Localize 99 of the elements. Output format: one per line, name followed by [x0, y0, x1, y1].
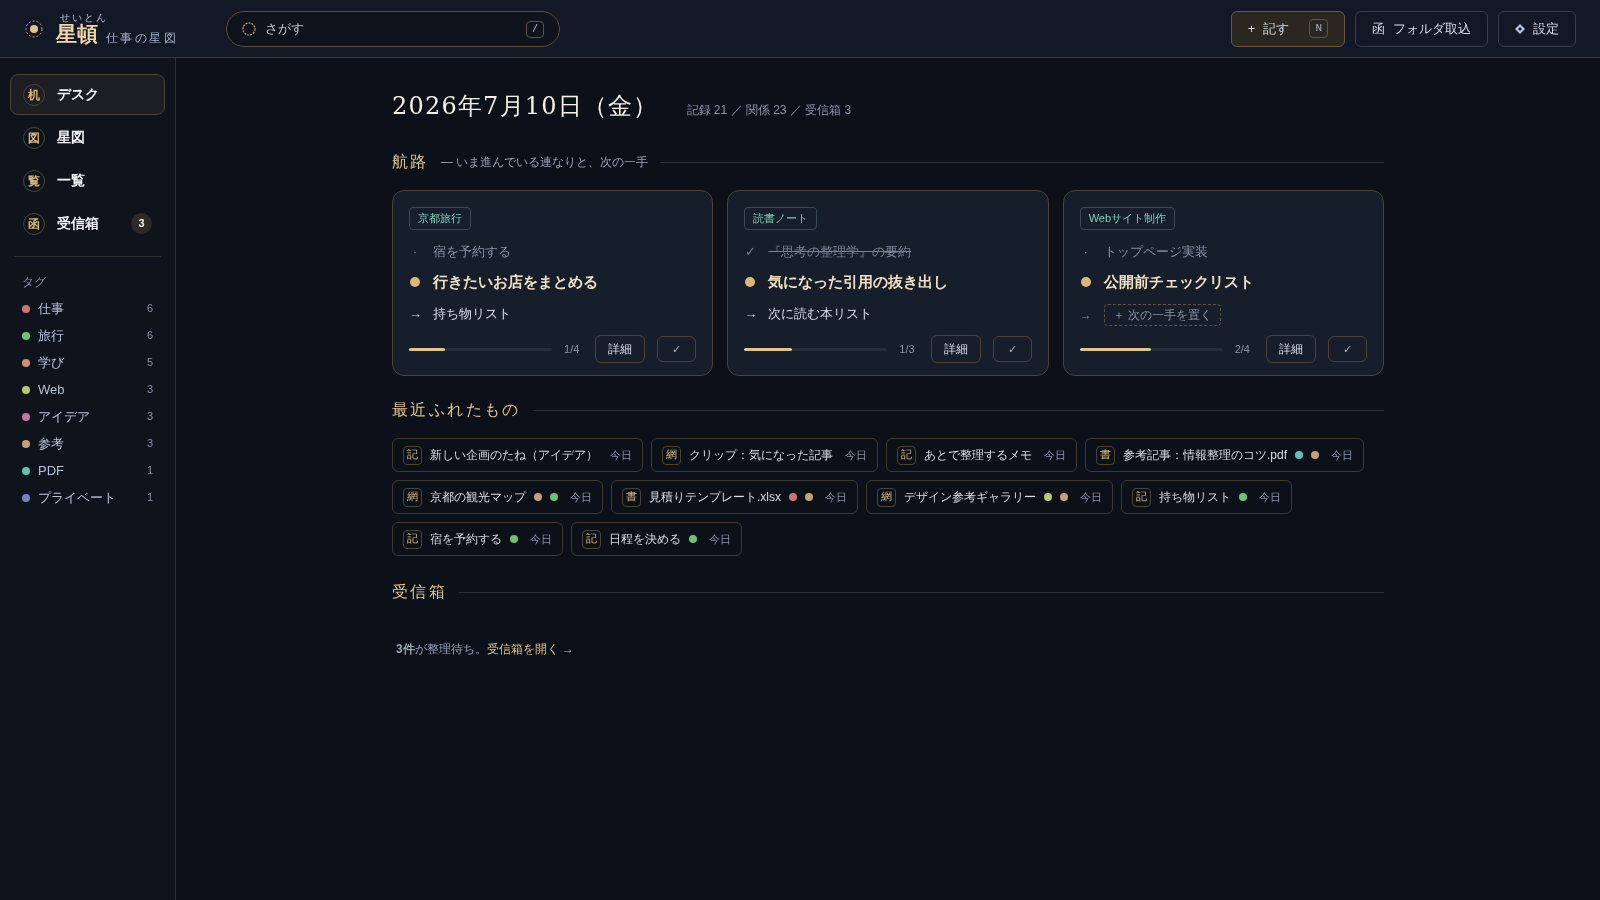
dot-mark: · [1082, 242, 1089, 261]
chip-label: 新しい企画のたね（アイデア） [430, 447, 598, 464]
chip-time: 今日 [1331, 447, 1353, 463]
step-text: 宿を予約する [433, 242, 511, 261]
inbox-summary: 3件が整理待ち。 [396, 641, 487, 658]
tag-item[interactable]: 参考 3 [10, 430, 165, 457]
section-title: 受信箱 [392, 581, 448, 603]
step-text: 『思考の整理学』の要約 [768, 242, 912, 261]
section-title: 最近ふれたもの [392, 399, 521, 421]
shortcut-key: / [526, 20, 544, 38]
tag-item[interactable]: 仕事 6 [10, 295, 165, 322]
logo-icon [24, 18, 44, 39]
check-mark: ✓ [744, 242, 757, 261]
dot-mark: · [411, 242, 419, 261]
chip-time: 今日 [530, 531, 552, 547]
logo-ruby: せいとん [60, 13, 109, 23]
nav-item[interactable]: 机 デスク [10, 74, 165, 115]
nav-item[interactable]: 覧 一覧 [10, 160, 165, 201]
type-icon: 記 [897, 445, 916, 465]
type-icon: 網 [662, 445, 681, 465]
diamond-icon [1515, 23, 1525, 34]
project-tag[interactable]: Webサイト制作 [1079, 207, 1176, 230]
folder-import-button[interactable]: 函 フォルダ取込 [1355, 10, 1488, 47]
chip-time: 今日 [845, 447, 867, 463]
add-next-button[interactable]: ＋ 次の一手を置く [1103, 303, 1221, 326]
step-text: 次に読む本リスト [768, 304, 873, 323]
recent-chip[interactable]: 網 デザイン参考ギャラリー 今日 [866, 480, 1113, 514]
progress-text: 1/3 [899, 341, 915, 357]
chip-time: 今日 [570, 489, 592, 505]
recent-chip[interactable]: 記 持ち物リスト 今日 [1121, 480, 1292, 514]
current-step: 行きたいお店をまとめる [433, 271, 598, 294]
chip-label: デザイン参考ギャラリー [904, 489, 1036, 506]
recent-chip[interactable]: 記 新しい企画のたね（アイデア） 今日 [392, 438, 643, 472]
chip-label: 日程を決める [609, 531, 681, 548]
progress-text: 2/4 [1234, 341, 1250, 357]
open-inbox-link[interactable]: 受信箱を開く → [486, 640, 575, 658]
logo-text: 星頓 [56, 23, 98, 44]
tag-item[interactable]: 学び 5 [10, 349, 165, 376]
recent-chip[interactable]: 網 クリップ：気になった記事 今日 [651, 438, 878, 472]
step-text: トップページ実装 [1103, 242, 1208, 261]
type-icon: 記 [403, 445, 422, 465]
arrow-mark: → [409, 304, 421, 323]
current-step: 公開前チェックリスト [1103, 271, 1254, 294]
count-badge: 3 [131, 213, 152, 234]
type-icon: 書 [1096, 445, 1115, 465]
chip-time: 今日 [709, 531, 731, 547]
tags-heading: タグ [21, 274, 47, 291]
type-icon: 記 [582, 529, 601, 549]
complete-button[interactable]: ✓ [657, 335, 697, 363]
chip-label: クリップ：気になった記事 [689, 447, 833, 464]
chip-label: 宿を予約する [430, 531, 502, 548]
chip-time: 今日 [1259, 489, 1281, 505]
step-text: 持ち物リスト [433, 304, 511, 323]
project-tag[interactable]: 読書ノート [744, 207, 818, 230]
chip-label: 京都の観光マップ [430, 489, 526, 506]
section-title: 航路 [392, 151, 429, 173]
type-icon: 記 [403, 529, 422, 549]
recent-chip[interactable]: 記 あとで整理するメモ 今日 [886, 438, 1077, 472]
detail-button[interactable]: 詳細 [595, 335, 646, 363]
settings-button[interactable]: 設定 [1498, 10, 1576, 47]
type-icon: 書 [622, 487, 641, 507]
current-step: 気になった引用の抜き出し [768, 271, 949, 294]
logo-tagline: 仕事の星図 [106, 32, 178, 44]
type-icon: 網 [403, 487, 422, 507]
tag-item[interactable]: Web 3 [10, 376, 165, 403]
detail-button[interactable]: 詳細 [930, 335, 981, 363]
recent-chip[interactable]: 書 参考記事：情報整理のコツ.pdf 今日 [1085, 438, 1364, 472]
chip-label: あとで整理するメモ [924, 447, 1032, 464]
recent-chip[interactable]: 記 日程を決める 今日 [571, 522, 742, 556]
detail-button[interactable]: 詳細 [1266, 335, 1316, 363]
recent-chip[interactable]: 網 京都の観光マップ 今日 [392, 480, 603, 514]
arrow-mark: → [744, 304, 757, 323]
complete-button[interactable]: ✓ [1328, 335, 1367, 363]
complete-button[interactable]: ✓ [992, 335, 1032, 363]
search-icon [242, 21, 256, 36]
chip-label: 参考記事：情報整理のコツ.pdf [1123, 447, 1287, 464]
chip-time: 今日 [610, 447, 632, 463]
type-icon: 網 [877, 487, 896, 507]
nav-item[interactable]: 函 受信箱 3 [10, 203, 165, 244]
chip-time: 今日 [1044, 447, 1066, 463]
date-heading: 2026年7月10日（金） [392, 91, 659, 122]
tag-item[interactable]: 旅行 6 [10, 322, 165, 349]
arrow-mark: → [1079, 306, 1092, 324]
chip-label: 持ち物リスト [1159, 489, 1231, 506]
stats-text: 記録 21 ／ 関係 23 ／ 受信箱 3 [686, 102, 852, 119]
tag-item[interactable]: プライベート 1 [10, 484, 165, 511]
section-subtitle: — いま進んでいる連なりと、次の一手 [440, 154, 649, 171]
recent-chip[interactable]: 書 見積りテンプレート.xlsx 今日 [611, 480, 858, 514]
tag-item[interactable]: アイデア 3 [10, 403, 165, 430]
chip-time: 今日 [1080, 489, 1102, 505]
chip-label: 見積りテンプレート.xlsx [649, 489, 781, 506]
tag-item[interactable]: PDF 1 [10, 457, 165, 484]
nav-item[interactable]: 図 星図 [10, 117, 165, 158]
recent-chip[interactable]: 記 宿を予約する 今日 [392, 522, 563, 556]
chip-time: 今日 [825, 489, 847, 505]
progress-text: 1/4 [564, 341, 580, 357]
type-icon: 記 [1132, 487, 1151, 507]
write-button[interactable]: + 記す N [1230, 10, 1345, 47]
project-tag[interactable]: 京都旅行 [409, 207, 471, 230]
